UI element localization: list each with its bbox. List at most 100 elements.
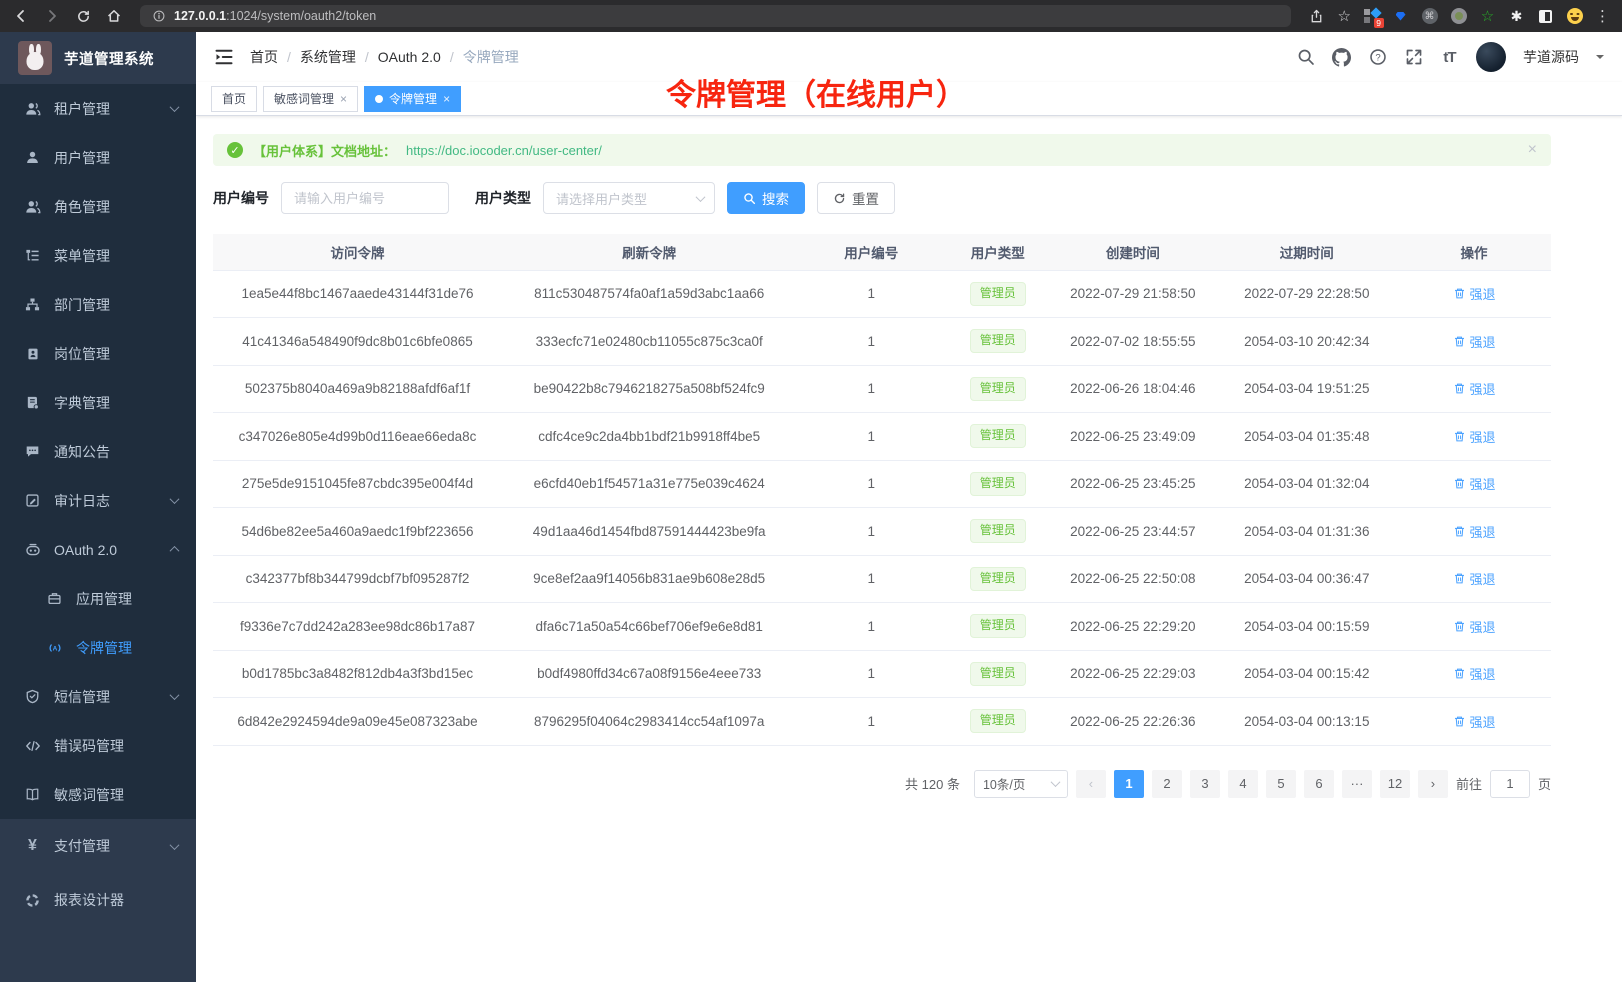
force-logout-button[interactable]: 强退 <box>1453 284 1496 303</box>
sidebar-item-tenant[interactable]: 租户管理 <box>0 84 196 133</box>
force-logout-button[interactable]: 强退 <box>1453 474 1496 493</box>
page-size-select[interactable]: 10条/页 <box>974 770 1068 798</box>
alert-close-icon[interactable]: × <box>1528 141 1537 159</box>
sidebar-item-user[interactable]: 用户管理 <box>0 133 196 182</box>
page-button-4[interactable]: 4 <box>1228 770 1258 798</box>
breadcrumb: 首页 / 系统管理 / OAuth 2.0 / 令牌管理 <box>250 47 519 67</box>
sidebar-item-dept[interactable]: 部门管理 <box>0 280 196 329</box>
sidebar-item-errcode[interactable]: 错误码管理 <box>0 721 196 770</box>
reset-button[interactable]: 重置 <box>817 182 895 214</box>
page-button-2[interactable]: 2 <box>1152 770 1182 798</box>
address-bar[interactable]: 127.0.0.1:1024/system/oauth2/token <box>140 5 1291 27</box>
goto-page-input[interactable] <box>1490 770 1530 798</box>
reload-icon[interactable] <box>74 7 92 25</box>
sidebar-item-oauth[interactable]: OAuth 2.0 <box>0 525 196 574</box>
search-button[interactable]: 搜索 <box>727 182 805 214</box>
page-content: ✓ 【用户体系】文档地址： https://doc.iocoder.cn/use… <box>196 116 1622 798</box>
recorder-extension-icon[interactable] <box>1450 8 1467 25</box>
user-id-input[interactable] <box>281 182 449 214</box>
sidepanel-extension-icon[interactable] <box>1537 8 1554 25</box>
svg-text:A: A <box>52 645 57 652</box>
user-icon <box>24 149 41 166</box>
close-icon[interactable]: × <box>340 92 347 106</box>
pinwheel-extension-icon[interactable]: ✱ <box>1508 8 1525 25</box>
page-ellipsis-button[interactable]: ··· <box>1342 770 1372 798</box>
fullscreen-icon[interactable] <box>1404 48 1423 67</box>
table-row: 6d842e2924594de9a09e45e087323abe8796295f… <box>213 698 1551 746</box>
notice-chat-icon <box>24 443 41 460</box>
sms-shield-icon <box>24 688 41 705</box>
page-button-1[interactable]: 1 <box>1114 770 1144 798</box>
chevron-down-icon <box>1051 777 1061 787</box>
breadcrumb-home[interactable]: 首页 <box>250 47 278 67</box>
sidebar-item-role[interactable]: 角色管理 <box>0 182 196 231</box>
sensitive-book-icon <box>24 786 41 803</box>
force-logout-button[interactable]: 强退 <box>1453 379 1496 398</box>
app-logo[interactable]: 芋道管理系统 <box>0 32 196 84</box>
audit-edit-icon <box>24 492 41 509</box>
extension-badge: 9 <box>1374 18 1384 28</box>
chevron-down-icon <box>170 494 180 504</box>
command-extension-icon[interactable]: ⌘ <box>1421 8 1438 25</box>
user-type-badge: 管理员 <box>970 614 1026 638</box>
user-type-badge: 管理员 <box>970 662 1026 686</box>
force-logout-button[interactable]: 强退 <box>1453 427 1496 446</box>
share-icon[interactable] <box>1308 7 1326 25</box>
caret-down-icon[interactable] <box>1596 55 1604 63</box>
user-type-select[interactable]: 请选择用户类型 <box>543 182 715 214</box>
page-button-3[interactable]: 3 <box>1190 770 1220 798</box>
next-page-button[interactable]: › <box>1418 770 1448 798</box>
gem-extension-icon[interactable] <box>1392 8 1409 25</box>
sidebar-item-report[interactable]: 报表设计器 <box>0 873 196 927</box>
token-broadcast-icon: A <box>46 639 63 656</box>
page-button-12[interactable]: 12 <box>1380 770 1410 798</box>
force-logout-button[interactable]: 强退 <box>1453 664 1496 683</box>
page-button-5[interactable]: 5 <box>1266 770 1296 798</box>
green-star-extension-icon[interactable]: ☆ <box>1479 8 1496 25</box>
sidebar-item-notice[interactable]: 通知公告 <box>0 427 196 476</box>
back-icon[interactable] <box>12 7 30 25</box>
close-icon[interactable]: × <box>443 92 450 106</box>
sidebar-item-pay[interactable]: ¥ 支付管理 <box>0 819 196 873</box>
sidebar-item-sms[interactable]: 短信管理 <box>0 672 196 721</box>
tab-home[interactable]: 首页 <box>211 86 257 112</box>
table-row: c342377bf8b344799dcbf7bf095287f29ce8ef2a… <box>213 555 1551 603</box>
browser-menu-icon[interactable]: ⋮ <box>1595 9 1610 24</box>
breadcrumb-oauth[interactable]: OAuth 2.0 <box>378 49 441 65</box>
sidebar-collapse-icon[interactable] <box>214 47 234 67</box>
force-logout-button[interactable]: 强退 <box>1453 569 1496 588</box>
profile-avatar-icon[interactable] <box>1566 8 1583 25</box>
force-logout-button[interactable]: 强退 <box>1453 617 1496 636</box>
sidebar-item-post[interactable]: 岗位管理 <box>0 329 196 378</box>
fontsize-icon[interactable]: tT <box>1440 48 1459 67</box>
breadcrumb-system[interactable]: 系统管理 <box>300 47 356 67</box>
tab-token[interactable]: 令牌管理× <box>364 86 461 112</box>
org-icon <box>24 296 41 313</box>
sidebar-item-oauth-token[interactable]: A 令牌管理 <box>0 623 196 672</box>
force-logout-button[interactable]: 强退 <box>1453 712 1496 731</box>
prev-page-button[interactable]: ‹ <box>1076 770 1106 798</box>
goto-label: 前往 <box>1456 774 1482 793</box>
sidebar-item-dict[interactable]: 字典管理 <box>0 378 196 427</box>
force-logout-button[interactable]: 强退 <box>1453 522 1496 541</box>
sidebar-item-sensitive[interactable]: 敏感词管理 <box>0 770 196 819</box>
sidebar-item-audit[interactable]: 审计日志 <box>0 476 196 525</box>
doc-link[interactable]: https://doc.iocoder.cn/user-center/ <box>406 143 602 158</box>
force-logout-button[interactable]: 强退 <box>1453 332 1496 351</box>
sidebar-item-oauth-app[interactable]: 应用管理 <box>0 574 196 623</box>
help-icon[interactable]: ? <box>1368 48 1387 67</box>
page-button-6[interactable]: 6 <box>1304 770 1334 798</box>
extension-blocks-icon[interactable]: 9 <box>1363 8 1380 25</box>
bookmark-star-icon[interactable]: ☆ <box>1338 9 1351 24</box>
search-icon[interactable] <box>1296 48 1315 67</box>
forward-icon[interactable] <box>43 7 61 25</box>
user-avatar[interactable] <box>1476 42 1506 72</box>
home-icon[interactable] <box>105 7 123 25</box>
site-info-icon[interactable] <box>152 9 166 23</box>
github-icon[interactable] <box>1332 48 1351 67</box>
sidebar-item-menu[interactable]: 菜单管理 <box>0 231 196 280</box>
table-row: 502375b8040a469a9b82188afdf6af1fbe90422b… <box>213 365 1551 413</box>
oauth-robot-icon <box>24 541 41 558</box>
tab-sensitive[interactable]: 敏感词管理× <box>263 86 358 112</box>
user-name[interactable]: 芋道源码 <box>1523 47 1579 67</box>
